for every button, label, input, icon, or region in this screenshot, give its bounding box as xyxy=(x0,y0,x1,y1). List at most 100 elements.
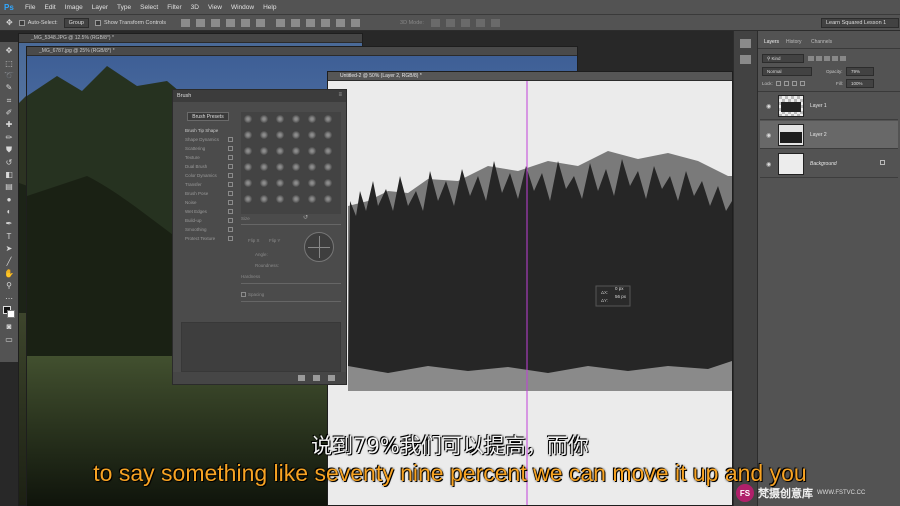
brush-option-shape-dynamics[interactable]: Shape Dynamics xyxy=(185,137,219,142)
blend-mode-dropdown[interactable]: Normal xyxy=(762,67,812,76)
lock-icon[interactable] xyxy=(228,227,233,232)
align-right-icon[interactable] xyxy=(256,18,266,27)
eyedropper-tool-icon[interactable]: ✐ xyxy=(3,108,15,118)
lock-icon[interactable] xyxy=(228,209,233,214)
document-tab-1[interactable]: _MG_5348.JPG @ 12.5% (RGB/8*) * xyxy=(19,34,362,43)
brush-tip-grid[interactable] xyxy=(241,112,341,214)
menu-view[interactable]: View xyxy=(208,4,222,11)
line-tool-icon[interactable]: ╱ xyxy=(3,257,15,267)
new-brush-icon[interactable] xyxy=(328,375,335,381)
brush-tip-thumb[interactable] xyxy=(324,195,332,203)
brush-tip-thumb[interactable] xyxy=(292,163,300,171)
brush-tip-thumb[interactable] xyxy=(276,147,284,155)
brush-tip-thumb[interactable] xyxy=(308,179,316,187)
auto-select-checkbox[interactable] xyxy=(18,19,25,26)
brush-tip-thumb[interactable] xyxy=(324,147,332,155)
filter-type-icon[interactable] xyxy=(824,56,830,61)
healing-tool-icon[interactable]: ✚ xyxy=(3,120,15,130)
brush-option-brush-pose[interactable]: Brush Pose xyxy=(185,191,208,196)
flip-y-label[interactable]: Flip Y xyxy=(269,238,280,243)
show-transform-checkbox[interactable] xyxy=(94,19,101,26)
3d-rotate-icon[interactable] xyxy=(430,18,440,27)
3d-slide-icon[interactable] xyxy=(475,18,485,27)
flip-x-label[interactable]: Flip X xyxy=(248,238,260,243)
brush-tip-thumb[interactable] xyxy=(308,147,316,155)
menu-edit[interactable]: Edit xyxy=(44,4,55,11)
brush-tip-thumb[interactable] xyxy=(260,179,268,187)
brush-option-wet-edges[interactable]: Wet Edges xyxy=(185,209,207,214)
menu-window[interactable]: Window xyxy=(231,4,254,11)
menu-3d[interactable]: 3D xyxy=(191,4,199,11)
dodge-tool-icon[interactable]: ◐ xyxy=(3,207,15,217)
brush-tip-thumb[interactable] xyxy=(260,131,268,139)
brush-tip-thumb[interactable] xyxy=(292,195,300,203)
color-swatches-icon[interactable] xyxy=(3,306,15,320)
show-transform-option[interactable]: Show Transform Controls xyxy=(94,19,166,26)
quick-mask-icon[interactable]: ◙ xyxy=(3,322,15,332)
marquee-tool-icon[interactable]: ⬚ xyxy=(3,59,15,69)
brush-tip-thumb[interactable] xyxy=(244,131,252,139)
layer-row-layer-2[interactable]: ◉ Layer 2 xyxy=(760,121,898,149)
fill-field[interactable]: 100% xyxy=(846,79,874,88)
align-middle-icon[interactable] xyxy=(196,18,206,27)
filter-smart-object-icon[interactable] xyxy=(840,56,846,61)
brush-tip-thumb[interactable] xyxy=(260,147,268,155)
lock-icon[interactable] xyxy=(228,218,233,223)
lock-icon[interactable] xyxy=(228,164,233,169)
visibility-eye-icon[interactable]: ◉ xyxy=(766,103,771,110)
brush-tip-thumb[interactable] xyxy=(276,179,284,187)
brush-tip-thumb[interactable] xyxy=(292,115,300,123)
menu-layer[interactable]: Layer xyxy=(92,4,108,11)
tab-channels[interactable]: Channels xyxy=(811,39,832,45)
layer-name[interactable]: Layer 1 xyxy=(810,103,827,109)
layer-row-layer-1[interactable]: ◉ Layer 1 xyxy=(760,92,898,120)
filter-shape-icon[interactable] xyxy=(832,56,838,61)
brush-tip-thumb[interactable] xyxy=(244,147,252,155)
visibility-eye-icon[interactable]: ◉ xyxy=(766,161,771,168)
brush-tip-thumb[interactable] xyxy=(292,179,300,187)
brush-tip-thumb[interactable] xyxy=(276,195,284,203)
toggle-live-tip-icon[interactable] xyxy=(298,375,305,381)
spacing-slider[interactable] xyxy=(241,301,341,302)
menu-file[interactable]: File xyxy=(25,4,35,11)
brush-option-transfer[interactable]: Transfer xyxy=(185,182,202,187)
layer-name[interactable]: Background xyxy=(810,161,837,167)
hardness-slider[interactable] xyxy=(241,283,341,284)
brush-grid-icon[interactable] xyxy=(313,375,320,381)
lock-icon[interactable] xyxy=(228,146,233,151)
workspace-dropdown[interactable]: Learn Squared Lesson 1 xyxy=(821,17,899,28)
brush-tip-thumb[interactable] xyxy=(244,179,252,187)
menu-select[interactable]: Select xyxy=(140,4,158,11)
brush-tip-thumb[interactable] xyxy=(324,131,332,139)
brush-tip-thumb[interactable] xyxy=(324,163,332,171)
screen-mode-icon[interactable]: ▭ xyxy=(3,335,15,345)
filter-kind-dropdown[interactable]: ⚲ Kind xyxy=(762,54,804,63)
brush-option-tip-shape[interactable]: Brush Tip Shape xyxy=(185,128,218,133)
filter-adjustment-icon[interactable] xyxy=(816,56,822,61)
brush-presets-button[interactable]: Brush Presets xyxy=(187,112,229,121)
menu-image[interactable]: Image xyxy=(65,4,83,11)
lock-icon[interactable] xyxy=(228,200,233,205)
distribute-left-icon[interactable] xyxy=(321,18,331,27)
distribute-top-icon[interactable] xyxy=(276,18,286,27)
group-dropdown[interactable]: Group xyxy=(63,17,89,28)
menu-filter[interactable]: Filter xyxy=(167,4,181,11)
distribute-middle-icon[interactable] xyxy=(291,18,301,27)
brush-tip-thumb[interactable] xyxy=(292,131,300,139)
lock-transparent-icon[interactable] xyxy=(776,81,781,86)
zoom-tool-icon[interactable]: ⚲ xyxy=(3,281,15,291)
spacing-checkbox[interactable] xyxy=(241,292,246,297)
brush-tip-thumb[interactable] xyxy=(260,195,268,203)
eraser-tool-icon[interactable]: ◧ xyxy=(3,170,15,180)
align-bottom-icon[interactable] xyxy=(211,18,221,27)
opacity-field[interactable]: 79% xyxy=(846,67,874,76)
pen-tool-icon[interactable]: ✒ xyxy=(3,219,15,229)
3d-pan-icon[interactable] xyxy=(460,18,470,27)
brush-tip-thumb[interactable] xyxy=(244,115,252,123)
layer-row-background[interactable]: ◉ Background xyxy=(760,150,898,178)
reset-size-icon[interactable]: ↺ xyxy=(303,214,308,221)
brush-tip-thumb[interactable] xyxy=(308,195,316,203)
brush-tip-thumb[interactable] xyxy=(308,131,316,139)
distribute-center-icon[interactable] xyxy=(336,18,346,27)
angle-roundness-widget[interactable] xyxy=(304,232,334,262)
